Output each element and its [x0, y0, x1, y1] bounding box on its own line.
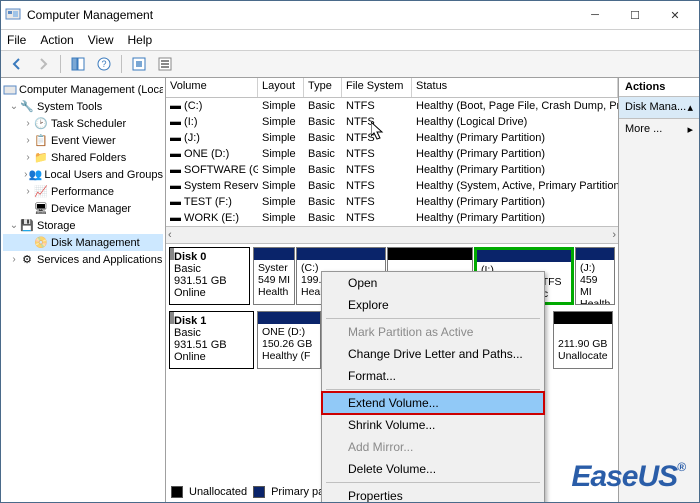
- tree-disk-management[interactable]: 📀Disk Management: [3, 234, 163, 251]
- volume-row[interactable]: ▬ SOFTWARE (G:)SimpleBasicNTFSHealthy (P…: [166, 162, 618, 178]
- volume-row[interactable]: ▬ (C:)SimpleBasicNTFSHealthy (Boot, Page…: [166, 98, 618, 114]
- close-button[interactable]: ✕: [655, 3, 695, 27]
- partition[interactable]: Syster549 MIHealth: [253, 247, 295, 305]
- ctx-properties[interactable]: Properties: [322, 485, 544, 503]
- col-filesystem[interactable]: File System: [342, 78, 412, 97]
- volume-row[interactable]: ▬ System ReservedSimpleBasicNTFSHealthy …: [166, 178, 618, 194]
- titlebar: Computer Management ─ ☐ ✕: [1, 1, 699, 30]
- disk-0-info[interactable]: Disk 0 Basic 931.51 GB Online: [169, 247, 250, 305]
- tree-device-manager[interactable]: 🖥Device Manager: [3, 200, 163, 217]
- show-hide-tree-button[interactable]: [66, 52, 90, 76]
- menu-action[interactable]: Action: [40, 33, 73, 47]
- volume-row[interactable]: ▬ TEST (F:)SimpleBasicNTFSHealthy (Prima…: [166, 194, 618, 210]
- context-menu: Open Explore Mark Partition as Active Ch…: [321, 271, 545, 503]
- ctx-open[interactable]: Open: [322, 272, 544, 294]
- ctx-add-mirror: Add Mirror...: [322, 436, 544, 458]
- col-layout[interactable]: Layout: [258, 78, 304, 97]
- col-volume[interactable]: Volume: [166, 78, 258, 97]
- menu-file[interactable]: File: [7, 33, 26, 47]
- actions-more[interactable]: More ... ▸: [619, 119, 699, 140]
- legend-unallocated-label: Unallocated: [189, 486, 247, 498]
- volume-row[interactable]: ▬ (I:)SimpleBasicNTFSHealthy (Logical Dr…: [166, 114, 618, 130]
- tree-task-scheduler[interactable]: ›🕑Task Scheduler: [3, 115, 163, 132]
- volume-row[interactable]: ▬ (J:)SimpleBasicNTFSHealthy (Primary Pa…: [166, 130, 618, 146]
- tree-root[interactable]: Computer Management (Local: [3, 81, 163, 98]
- col-type[interactable]: Type: [304, 78, 342, 97]
- forward-button[interactable]: [31, 52, 55, 76]
- disk-1-info[interactable]: Disk 1 Basic 931.51 GB Online: [169, 311, 254, 369]
- maximize-button[interactable]: ☐: [615, 3, 655, 27]
- computer-management-window: Computer Management ─ ☐ ✕ File Action Vi…: [0, 0, 700, 503]
- partition[interactable]: (J:)459 MIHealth: [575, 247, 615, 305]
- ctx-explore[interactable]: Explore: [322, 294, 544, 316]
- actions-header: Actions: [619, 78, 699, 97]
- ctx-change-drive-letter[interactable]: Change Drive Letter and Paths...: [322, 343, 544, 365]
- volume-row[interactable]: ▬ ONE (D:)SimpleBasicNTFSHealthy (Primar…: [166, 146, 618, 162]
- collapse-icon: ▴: [687, 101, 693, 114]
- tree-performance[interactable]: ›📈Performance: [3, 183, 163, 200]
- refresh-button[interactable]: [127, 52, 151, 76]
- volume-list-header[interactable]: Volume Layout Type File System Status: [166, 78, 618, 98]
- legend-unallocated-icon: [171, 486, 183, 498]
- actions-pane: Actions Disk Mana...▴ More ... ▸: [619, 78, 699, 503]
- partition[interactable]: 211.90 GBUnallocate: [553, 311, 613, 369]
- minimize-button[interactable]: ─: [575, 3, 615, 27]
- navigation-tree[interactable]: Computer Management (Local ⌄🔧System Tool…: [1, 78, 166, 503]
- tree-storage[interactable]: ⌄💾Storage: [3, 217, 163, 234]
- cursor-icon: [371, 122, 387, 140]
- easeus-logo: EaseUS®: [571, 460, 685, 494]
- menubar: File Action View Help: [1, 30, 699, 51]
- legend: Unallocated Primary parti: [171, 486, 333, 498]
- legend-primary-icon: [253, 486, 265, 498]
- menu-view[interactable]: View: [88, 33, 114, 47]
- horizontal-scrollbar[interactable]: ‹›: [166, 226, 618, 244]
- svg-text:?: ?: [101, 59, 106, 69]
- window-title: Computer Management: [27, 8, 575, 22]
- tree-local-users[interactable]: ›👥Local Users and Groups: [3, 166, 163, 183]
- tree-system-tools[interactable]: ⌄🔧System Tools: [3, 98, 163, 115]
- settings-button[interactable]: [153, 52, 177, 76]
- volume-list[interactable]: ▬ (C:)SimpleBasicNTFSHealthy (Boot, Page…: [166, 98, 618, 226]
- ctx-format[interactable]: Format...: [322, 365, 544, 387]
- actions-disk-mgmt[interactable]: Disk Mana...▴: [619, 97, 699, 119]
- col-status[interactable]: Status: [412, 78, 618, 97]
- partition[interactable]: ONE (D:)150.26 GBHealthy (F: [257, 311, 321, 369]
- tree-services[interactable]: ›⚙Services and Applications: [3, 251, 163, 268]
- ctx-shrink-volume[interactable]: Shrink Volume...: [322, 414, 544, 436]
- volume-row[interactable]: ▬ WORK (E:)SimpleBasicNTFSHealthy (Prima…: [166, 210, 618, 226]
- ctx-extend-volume[interactable]: Extend Volume...: [322, 392, 544, 414]
- help-button[interactable]: ?: [92, 52, 116, 76]
- tree-event-viewer[interactable]: ›📋Event Viewer: [3, 132, 163, 149]
- app-icon: [5, 7, 21, 23]
- ctx-mark-active: Mark Partition as Active: [322, 321, 544, 343]
- ctx-delete-volume[interactable]: Delete Volume...: [322, 458, 544, 480]
- menu-help[interactable]: Help: [128, 33, 153, 47]
- tree-shared-folders[interactable]: ›📁Shared Folders: [3, 149, 163, 166]
- back-button[interactable]: [5, 52, 29, 76]
- toolbar: ?: [1, 51, 699, 78]
